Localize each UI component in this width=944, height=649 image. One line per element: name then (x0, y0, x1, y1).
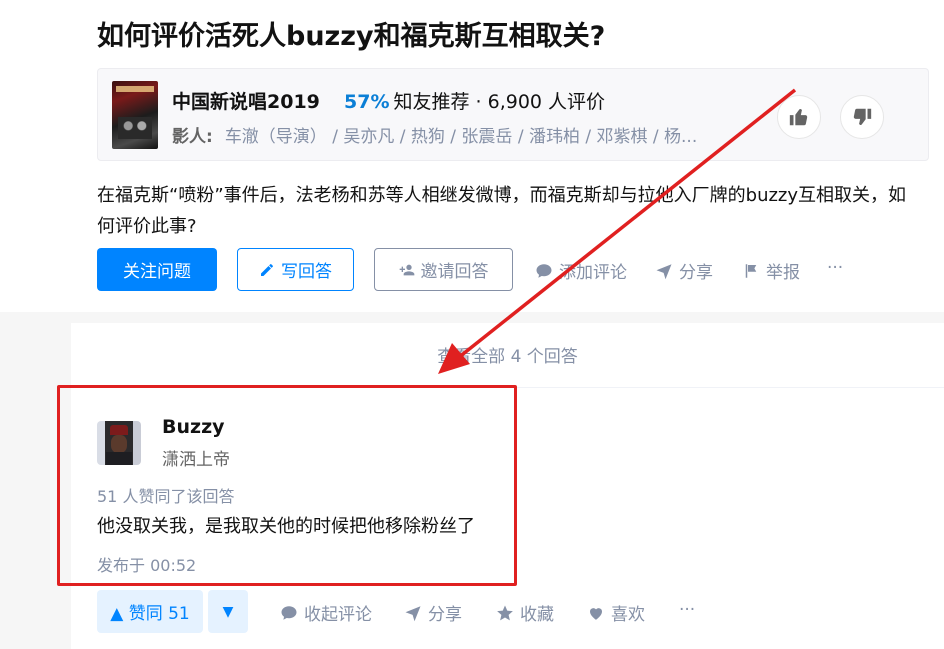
thumb-down-button[interactable] (840, 95, 884, 139)
question-title[interactable]: 如何评价活死人buzzy和福克斯互相取关? (97, 14, 605, 53)
add-comment-label: 添加评论 (559, 263, 627, 283)
share-button[interactable]: 分享 (655, 258, 713, 283)
cast-list: 车澈（导演） / 吴亦凡 / 热狗 / 张震岳 / 潘玮柏 / 邓紫棋 / 杨.… (224, 127, 698, 147)
share-label: 分享 (679, 263, 713, 283)
share-icon (656, 263, 672, 279)
flag-icon (745, 263, 757, 278)
answer-more-button[interactable]: ··· (679, 600, 695, 620)
thumb-up-icon (789, 109, 808, 126)
thumb-up-button[interactable] (777, 95, 821, 139)
view-all-answers-link[interactable]: 查看全部 4 个回答 (71, 342, 944, 367)
question-description: 在福克斯“喷粉”事件后，法老杨和苏等人相继发微博，而福克斯却与拉他入厂牌的buz… (97, 185, 907, 237)
collect-button[interactable]: 收藏 (496, 600, 554, 625)
collapse-comments-button[interactable]: 收起评论 (280, 600, 372, 625)
more-button[interactable]: ··· (827, 258, 843, 278)
add-comment-button[interactable]: 添加评论 (535, 258, 627, 283)
like-label: 喜欢 (611, 605, 645, 625)
comment-icon (536, 263, 552, 278)
collapse-comments-label: 收起评论 (304, 605, 372, 625)
report-button[interactable]: 举报 (742, 258, 800, 283)
write-label: 写回答 (281, 262, 332, 282)
recommend-text: 知友推荐 · 6,900 人评价 (393, 91, 606, 113)
heart-icon (590, 607, 602, 620)
report-label: 举报 (766, 263, 800, 283)
show-cast: 影人: 车澈（导演） / 吴亦凡 / 热狗 / 张震岳 / 潘玮柏 / 邓紫棋 /… (172, 122, 762, 147)
show-card[interactable]: 中国新说唱2019 57% 知友推荐 · 6,900 人评价 影人: 车澈（导演） … (97, 68, 929, 161)
invite-answer-button[interactable]: 邀请回答 (374, 248, 513, 291)
recommend-percent: 57% (344, 91, 390, 113)
answer-share-button[interactable]: 分享 (404, 600, 462, 625)
answer-more-label: ··· (679, 600, 696, 620)
thumb-down-icon (853, 108, 872, 125)
show-recommend: 57% 知友推荐 · 6,900 人评价 (344, 87, 605, 114)
share-icon (405, 605, 421, 621)
upvote-button[interactable]: ▲ 赞同 51 (97, 590, 203, 633)
collect-label: 收藏 (520, 605, 554, 625)
more-label: ··· (827, 258, 844, 278)
question-header: 如何评价活死人buzzy和福克斯互相取关? 中国新说唱2019 57% 知友推荐 … (0, 0, 944, 312)
follow-question-button[interactable]: 关注问题 (97, 248, 217, 291)
write-answer-button[interactable]: 写回答 (237, 248, 354, 291)
like-button[interactable]: 喜欢 (587, 600, 645, 625)
downvote-button[interactable]: ▼ (208, 590, 248, 633)
show-name[interactable]: 中国新说唱2019 (172, 87, 320, 114)
comment-icon (281, 605, 297, 620)
answer-share-label: 分享 (428, 605, 462, 625)
pencil-icon (261, 263, 273, 276)
show-poster (112, 81, 158, 149)
cast-label: 影人: (172, 127, 213, 147)
star-icon (497, 605, 513, 620)
highlight-box (57, 385, 517, 586)
follow-label: 关注问题 (123, 262, 191, 282)
add-user-icon (399, 264, 414, 275)
invite-label: 邀请回答 (420, 262, 489, 282)
